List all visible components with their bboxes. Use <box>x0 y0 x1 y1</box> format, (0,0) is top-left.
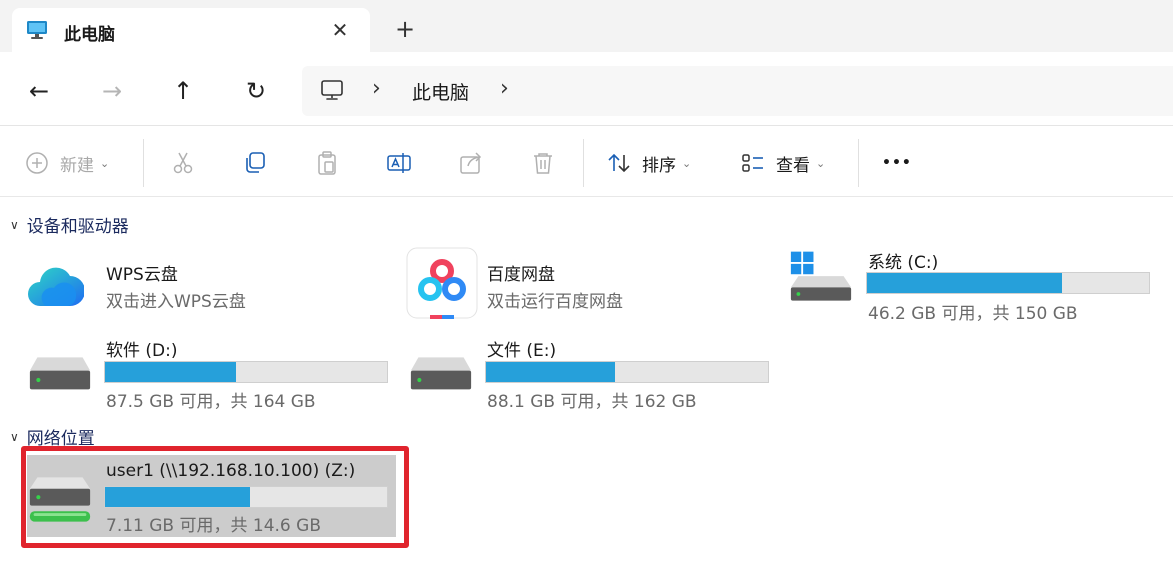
system-drive-icon <box>790 251 852 301</box>
divider <box>858 139 859 187</box>
view-button[interactable]: 查看 ⌄ <box>740 147 825 179</box>
tab-strip: 此电脑 ✕ + <box>0 0 1173 52</box>
chevron-down-icon: ∨ <box>10 217 19 232</box>
tab-title: 此电脑 <box>64 25 115 45</box>
breadcrumb-this-pc[interactable]: 此电脑 <box>412 78 469 105</box>
clipboard-icon <box>318 151 336 175</box>
drive-space-text: 46.2 GB 可用，共 150 GB <box>868 304 1078 324</box>
back-button[interactable]: ← <box>22 74 56 108</box>
drive-space-text: 88.1 GB 可用，共 162 GB <box>487 392 697 412</box>
baidu-netdisk-icon <box>406 247 478 319</box>
command-bar: 新建 ⌄ 排序 ⌄ 查看 ⌄ ••• <box>0 127 1173 197</box>
drive-usage-bar <box>485 361 769 383</box>
item-name: 软件 (D:) <box>106 341 178 361</box>
wps-cloud-icon <box>28 267 84 306</box>
copy-icon <box>246 152 265 173</box>
new-tab-button[interactable]: + <box>390 14 420 44</box>
sort-button-label: 排序 <box>642 155 676 176</box>
drive-usage-bar <box>104 361 388 383</box>
item-name: 系统 (C:) <box>868 253 939 273</box>
tab-this-pc[interactable]: 此电脑 ✕ <box>12 8 370 52</box>
delete-button[interactable] <box>530 147 556 179</box>
cut-button[interactable] <box>170 147 196 179</box>
usage-fill <box>105 362 237 382</box>
drive-usage-bar <box>866 272 1150 294</box>
new-button-label: 新建 <box>60 155 94 176</box>
scissors-icon <box>173 152 193 174</box>
usage-fill <box>486 362 615 382</box>
usage-fill <box>867 273 1063 293</box>
monitor-icon <box>27 21 47 39</box>
chevron-down-icon: ⌄ <box>100 156 110 170</box>
highlight-annotation-frame <box>21 446 409 548</box>
item-description: 双击进入WPS云盘 <box>106 292 246 312</box>
group-title: 设备和驱动器 <box>26 217 129 237</box>
copy-button[interactable] <box>242 147 268 179</box>
close-tab-button[interactable]: ✕ <box>326 16 354 44</box>
item-name: WPS云盘 <box>106 265 178 285</box>
paste-button[interactable] <box>314 147 340 179</box>
new-button[interactable]: 新建 ⌄ <box>24 147 109 179</box>
more-options-button[interactable]: ••• <box>882 147 912 179</box>
computer-icon <box>321 80 343 100</box>
drive-space-text: 87.5 GB 可用，共 164 GB <box>106 392 316 412</box>
item-name: 文件 (E:) <box>487 341 557 361</box>
view-button-label: 查看 <box>776 155 810 176</box>
chevron-down-icon: ∨ <box>10 429 19 444</box>
group-header-devices[interactable]: ∨ 设备和驱动器 <box>10 212 129 237</box>
item-name: 百度网盘 <box>487 265 555 285</box>
trash-icon <box>534 153 552 174</box>
hard-drive-icon <box>410 357 472 390</box>
rename-icon <box>387 153 411 173</box>
divider <box>143 139 144 187</box>
view-list-icon <box>742 154 763 172</box>
plus-circle-icon <box>26 152 48 174</box>
address-bar[interactable]: › 此电脑 › <box>302 66 1173 116</box>
share-button[interactable] <box>458 147 484 179</box>
forward-button[interactable]: → <box>95 74 129 108</box>
item-description: 双击运行百度网盘 <box>487 292 623 312</box>
hard-drive-icon <box>29 357 91 390</box>
sort-icon <box>608 153 630 173</box>
up-button[interactable]: ↑ <box>166 74 200 108</box>
breadcrumb-separator[interactable]: › <box>500 76 509 101</box>
rename-button[interactable] <box>386 147 412 179</box>
sort-button[interactable]: 排序 ⌄ <box>606 147 691 179</box>
refresh-button[interactable]: ↻ <box>239 74 273 108</box>
chevron-down-icon: ⌄ <box>682 156 692 170</box>
divider <box>583 139 584 187</box>
share-icon <box>460 152 482 174</box>
breadcrumb-separator[interactable]: › <box>372 76 381 101</box>
navigation-bar: ← → ↑ ↻ › 此电脑 › <box>0 52 1173 126</box>
chevron-down-icon: ⌄ <box>816 156 826 170</box>
